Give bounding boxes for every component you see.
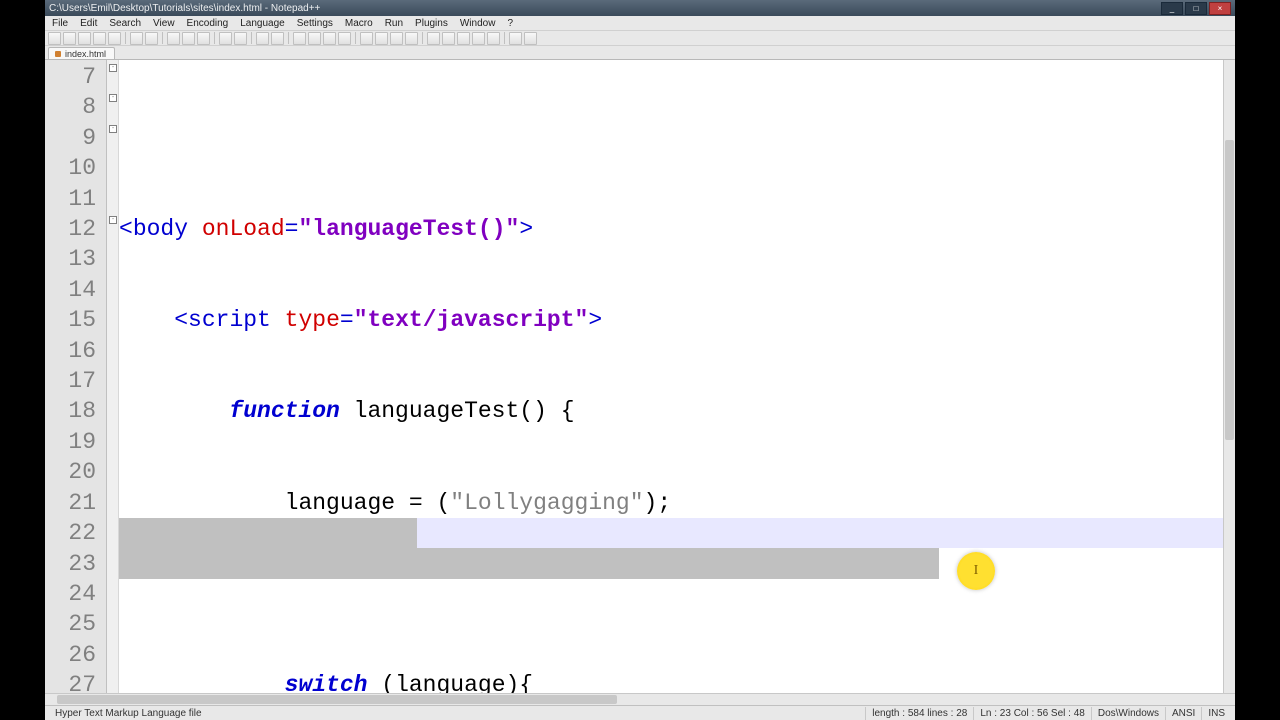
toolbar-separator: [162, 32, 163, 44]
menu-file[interactable]: File: [47, 18, 73, 29]
status-position: Ln : 23 Col : 56 Sel : 48: [974, 707, 1092, 720]
fold-toggle[interactable]: -: [109, 94, 117, 102]
menu-window[interactable]: Window: [455, 18, 501, 29]
toolbar-button[interactable]: [427, 32, 440, 45]
toolbar-button[interactable]: [308, 32, 321, 45]
close-button[interactable]: ×: [1209, 2, 1231, 15]
toolbar-separator: [355, 32, 356, 44]
toolbar-button[interactable]: [93, 32, 106, 45]
fold-toggle[interactable]: -: [109, 216, 117, 224]
toolbar-separator: [288, 32, 289, 44]
toolbar-button[interactable]: [145, 32, 158, 45]
toolbar-separator: [422, 32, 423, 44]
toolbar-button[interactable]: [167, 32, 180, 45]
toolbar-button[interactable]: [63, 32, 76, 45]
toolbar-button[interactable]: [405, 32, 418, 45]
menubar: File Edit Search View Encoding Language …: [45, 16, 1235, 30]
toolbar-separator: [125, 32, 126, 44]
fold-toggle[interactable]: -: [109, 125, 117, 133]
menu-plugins[interactable]: Plugins: [410, 18, 453, 29]
current-line-highlight: [417, 518, 1223, 548]
titlebar: C:\Users\Emil\Desktop\Tutorials\sites\in…: [45, 0, 1235, 16]
toolbar-button[interactable]: [219, 32, 232, 45]
fold-margin: - - - -: [107, 60, 119, 693]
toolbar-button[interactable]: [48, 32, 61, 45]
toolbar-button[interactable]: [182, 32, 195, 45]
toolbar-button[interactable]: [323, 32, 336, 45]
toolbar-button[interactable]: [293, 32, 306, 45]
cursor-spotlight-icon: I: [957, 552, 995, 590]
menu-encoding[interactable]: Encoding: [182, 18, 234, 29]
file-tab[interactable]: index.html: [48, 47, 115, 59]
file-tab-label: index.html: [65, 49, 106, 59]
file-icon: [55, 51, 61, 57]
toolbar-button[interactable]: [234, 32, 247, 45]
fold-toggle[interactable]: -: [109, 64, 117, 72]
menu-help[interactable]: ?: [502, 18, 518, 29]
status-length: length : 584 lines : 28: [866, 707, 974, 720]
selection-highlight: [119, 548, 939, 578]
minimize-button[interactable]: _: [1161, 2, 1183, 15]
editor: 789101112131415161718192021222324252627 …: [45, 60, 1235, 693]
menu-view[interactable]: View: [148, 18, 180, 29]
toolbar-button[interactable]: [509, 32, 522, 45]
menu-language[interactable]: Language: [235, 18, 290, 29]
menu-run[interactable]: Run: [380, 18, 408, 29]
toolbar-button[interactable]: [487, 32, 500, 45]
status-filetype: Hyper Text Markup Language file: [49, 707, 866, 720]
menu-edit[interactable]: Edit: [75, 18, 102, 29]
maximize-button[interactable]: □: [1185, 2, 1207, 15]
toolbar-button[interactable]: [271, 32, 284, 45]
status-mode: INS: [1202, 707, 1231, 720]
toolbar-button[interactable]: [524, 32, 537, 45]
toolbar-separator: [251, 32, 252, 44]
scrollbar-thumb[interactable]: [57, 695, 617, 704]
selection-highlight: [119, 518, 417, 548]
tab-strip: index.html: [45, 46, 1235, 60]
toolbar-button[interactable]: [375, 32, 388, 45]
code-area[interactable]: <body onLoad="languageTest()"> <script t…: [119, 60, 1223, 693]
toolbar-separator: [214, 32, 215, 44]
toolbar-button[interactable]: [442, 32, 455, 45]
status-eol: Dos\Windows: [1092, 707, 1166, 720]
toolbar-button[interactable]: [390, 32, 403, 45]
vertical-scrollbar[interactable]: [1223, 60, 1235, 693]
toolbar-button[interactable]: [197, 32, 210, 45]
toolbar-button[interactable]: [457, 32, 470, 45]
toolbar-button[interactable]: [78, 32, 91, 45]
notepad-plus-plus-window: C:\Users\Emil\Desktop\Tutorials\sites\in…: [45, 0, 1235, 720]
scrollbar-thumb[interactable]: [1225, 140, 1234, 440]
toolbar-separator: [504, 32, 505, 44]
toolbar-button[interactable]: [130, 32, 143, 45]
window-title: C:\Users\Emil\Desktop\Tutorials\sites\in…: [49, 3, 320, 14]
menu-macro[interactable]: Macro: [340, 18, 378, 29]
horizontal-scrollbar[interactable]: [45, 693, 1235, 705]
menu-settings[interactable]: Settings: [292, 18, 338, 29]
toolbar-button[interactable]: [256, 32, 269, 45]
line-number-gutter: 789101112131415161718192021222324252627: [45, 60, 107, 693]
toolbar-button[interactable]: [472, 32, 485, 45]
menu-search[interactable]: Search: [104, 18, 146, 29]
status-encoding: ANSI: [1166, 707, 1202, 720]
toolbar-button[interactable]: [338, 32, 351, 45]
statusbar: Hyper Text Markup Language file length :…: [45, 705, 1235, 720]
toolbar-button[interactable]: [108, 32, 121, 45]
toolbar: [45, 30, 1235, 46]
toolbar-button[interactable]: [360, 32, 373, 45]
